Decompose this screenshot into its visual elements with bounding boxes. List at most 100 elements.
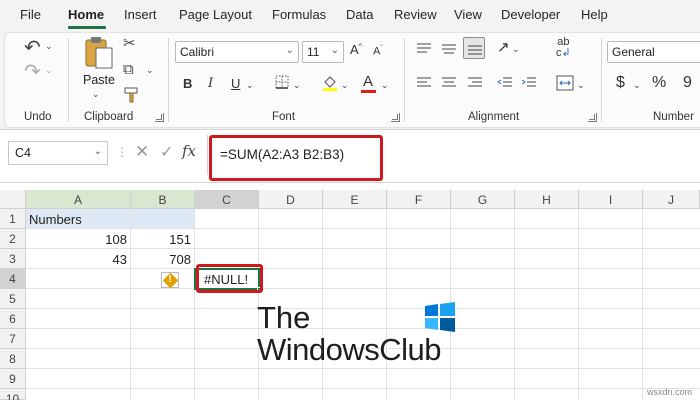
paste-icon[interactable] [82,35,114,73]
increase-font-icon[interactable]: A^ [350,43,362,56]
row-header-9[interactable]: 9 [0,369,26,389]
row-header-4[interactable]: 4 [0,269,26,289]
decrease-indent-icon[interactable] [497,76,513,92]
font-launcher-icon[interactable] [391,113,400,122]
row-header-8[interactable]: 8 [0,349,26,369]
error-warning-button[interactable]: ! [161,272,179,289]
cell-a2[interactable]: 108 [26,229,130,249]
name-box[interactable]: C4 ⌄ [8,141,108,165]
align-left-icon[interactable] [416,76,432,92]
underline-icon[interactable]: U [231,77,240,90]
borders-dropdown-icon[interactable]: ⌄ [293,81,301,90]
redo-dropdown-icon[interactable]: ⌄ [45,66,53,75]
underline-dropdown-icon[interactable]: ⌄ [246,81,254,90]
row-header-5[interactable]: 5 [0,289,26,309]
column-header-a[interactable]: A [26,190,131,209]
column-header-b[interactable]: B [131,190,195,209]
row-header-7[interactable]: 7 [0,329,26,349]
align-center-icon[interactable] [441,76,457,92]
row-header-2[interactable]: 2 [0,229,26,249]
font-name-value: Calibri [180,45,215,59]
column-header-f[interactable]: F [387,190,451,209]
increase-indent-icon[interactable] [521,76,537,92]
format-painter-icon[interactable] [123,86,141,106]
insert-function-button[interactable]: fx [182,142,196,160]
row-header-1[interactable]: 1 [0,209,26,229]
wrap-text-icon[interactable]: ab c↲ [556,37,571,59]
fill-color-dropdown-icon[interactable]: ⌄ [341,81,349,90]
cell-b2[interactable]: 151 [131,229,194,249]
chevron-down-icon: ⌄ [330,45,339,56]
row-header-10[interactable]: 10 [0,389,26,400]
row-header-3[interactable]: 3 [0,249,26,269]
align-right-icon[interactable] [467,76,483,92]
bold-icon[interactable]: B [183,77,192,90]
tab-home[interactable]: Home [68,7,104,22]
tab-help[interactable]: Help [581,7,608,22]
orientation-dropdown-icon[interactable]: ⌄ [512,45,520,54]
font-color-dropdown-icon[interactable]: ⌄ [381,81,389,90]
formula-bar-grip-icon[interactable]: ⋮ [116,145,128,159]
column-header-e[interactable]: E [323,190,387,209]
copy-dropdown-icon[interactable]: ⌄ [146,66,154,75]
undo-dropdown-icon[interactable]: ⌄ [45,42,53,51]
align-middle-icon[interactable] [441,42,457,58]
italic-icon[interactable]: I [208,77,213,90]
tab-view[interactable]: View [454,7,482,22]
alignment-group-label: Alignment [468,111,520,123]
number-group-label: Number [653,111,694,123]
paste-dropdown-icon[interactable]: ⌄ [92,90,100,99]
column-header-j[interactable]: J [643,190,700,209]
undo-icon[interactable]: ↶ [24,38,41,58]
tab-formulas[interactable]: Formulas [272,7,326,22]
column-header-d[interactable]: D [259,190,323,209]
align-bottom-button[interactable] [463,37,485,59]
grid-line [26,308,700,309]
orientation-icon[interactable]: ↗ [497,40,510,55]
enter-icon[interactable]: ✓ [160,142,173,162]
tab-review[interactable]: Review [394,7,437,22]
row-header-6[interactable]: 6 [0,309,26,329]
cell-a3[interactable]: 43 [26,249,130,269]
currency-dropdown-icon[interactable]: ⌄ [633,81,641,90]
cell-a1[interactable]: Numbers [29,209,129,229]
alignment-launcher-icon[interactable] [588,113,597,122]
group-separator [404,38,405,122]
merge-center-icon[interactable] [556,75,574,93]
font-color-icon[interactable]: A [363,74,373,89]
font-name-select[interactable]: Calibri ⌄ [175,41,299,63]
font-size-value: 11 [307,45,320,59]
tab-file[interactable]: File [20,7,41,22]
cut-icon[interactable]: ✂ [123,36,136,51]
redo-icon[interactable]: ↷ [24,62,41,82]
comma-style-icon[interactable]: 9 [683,75,692,91]
column-header-i[interactable]: I [579,190,643,209]
tab-developer[interactable]: Developer [501,7,560,22]
clipboard-group-label: Clipboard [84,111,134,123]
paste-label[interactable]: Paste [83,73,115,87]
column-header-g[interactable]: G [451,190,515,209]
cancel-icon[interactable]: ✕ [135,142,149,162]
clipboard-launcher-icon[interactable] [155,113,164,122]
borders-icon[interactable] [275,75,289,91]
number-format-select[interactable]: General [607,41,700,63]
currency-icon[interactable]: $ [616,75,625,91]
fill-color-icon[interactable] [322,74,338,94]
decrease-font-icon[interactable]: Aˇ [373,45,383,58]
cell-b3[interactable]: 708 [131,249,194,269]
chevron-down-icon: ⌄ [93,146,102,157]
column-header-c[interactable]: C [195,190,259,209]
percent-icon[interactable]: % [652,75,666,91]
watermark-line2: WindowsClub [257,332,442,367]
tab-insert[interactable]: Insert [124,7,157,22]
align-top-icon[interactable] [416,42,432,58]
tab-page-layout[interactable]: Page Layout [179,7,252,22]
font-size-select[interactable]: 11 ⌄ [302,41,344,63]
merge-dropdown-icon[interactable]: ⌄ [577,81,585,90]
tab-data[interactable]: Data [346,7,373,22]
column-header-h[interactable]: H [515,190,579,209]
footer-watermark: wsxdn.com [646,387,692,397]
copy-icon[interactable]: ⧉ [123,62,134,77]
select-all-corner[interactable] [0,190,26,209]
name-box-value: C4 [15,146,31,160]
